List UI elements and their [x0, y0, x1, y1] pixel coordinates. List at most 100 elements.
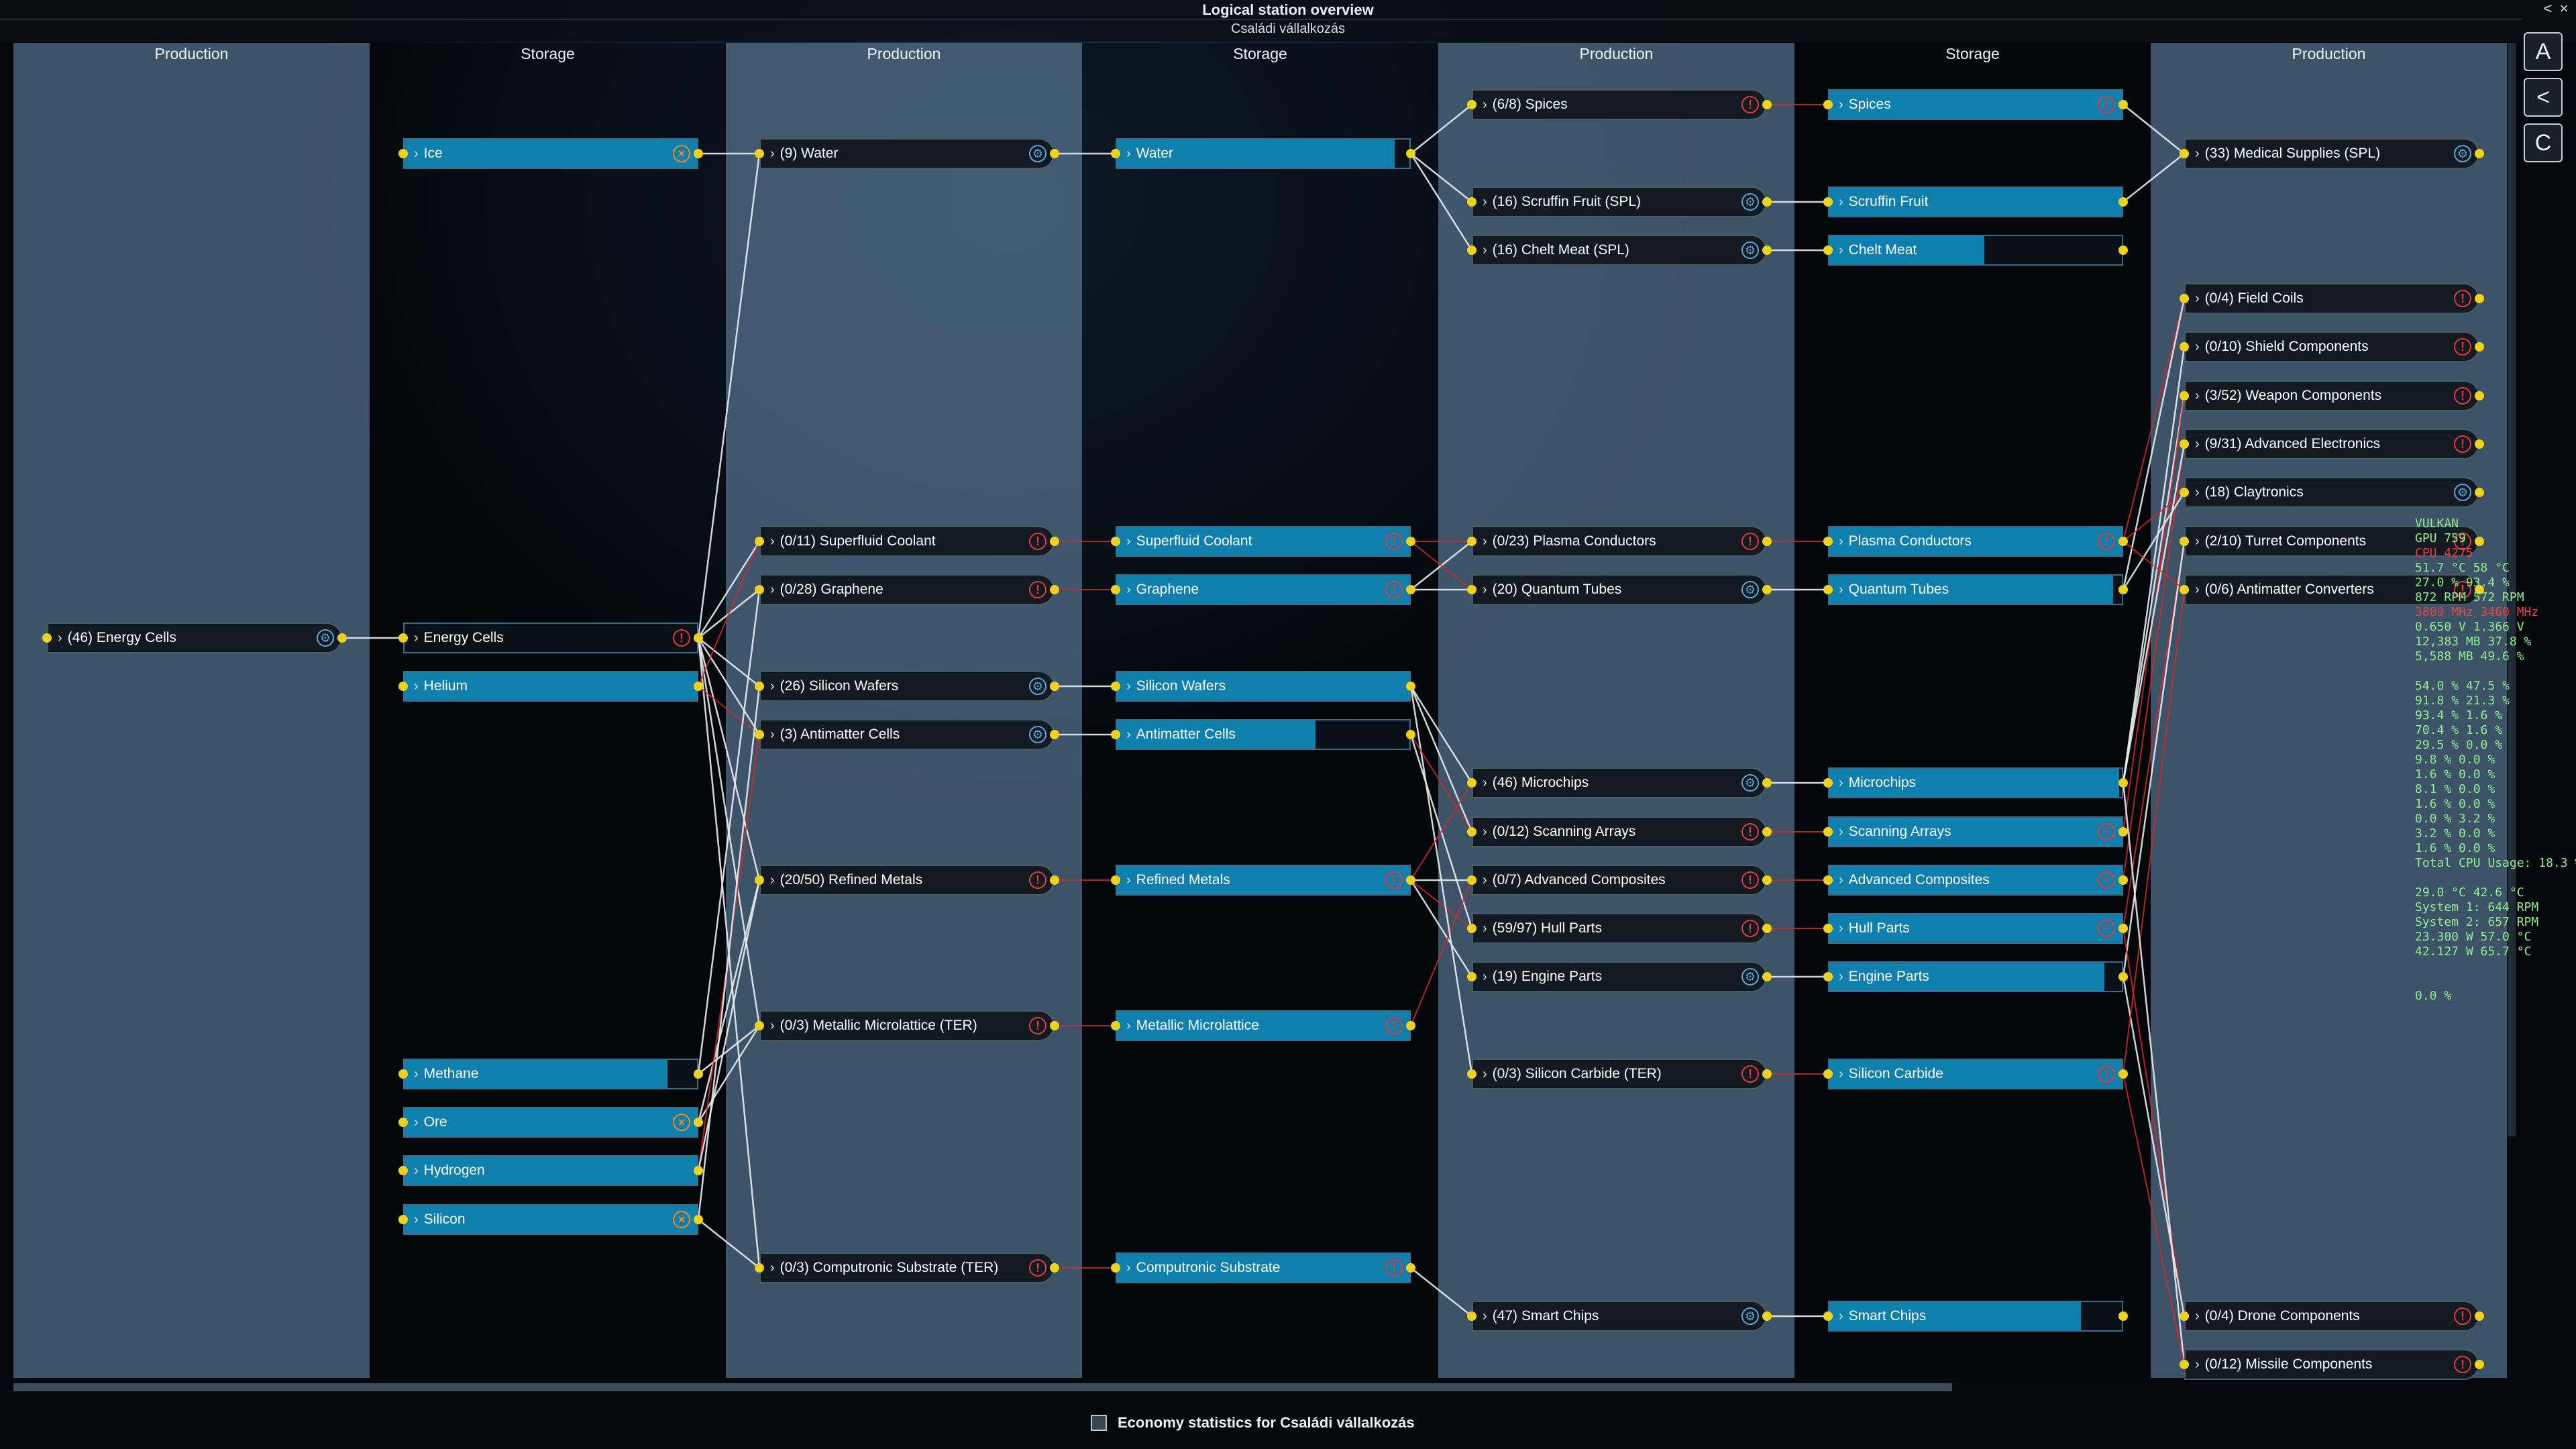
production-node[interactable]: › (0/10) Shield Components! — [2184, 331, 2479, 362]
expand-chevron-icon[interactable]: › — [1839, 824, 1843, 840]
storage-node[interactable]: › Plasma Conductors! — [1828, 526, 2123, 557]
expand-chevron-icon[interactable]: › — [770, 1260, 775, 1276]
expand-chevron-icon[interactable]: › — [1483, 873, 1487, 888]
horizontal-scrollbar[interactable] — [13, 1383, 1952, 1391]
share-button[interactable]: < — [2524, 78, 2563, 117]
expand-chevron-icon[interactable]: › — [414, 631, 419, 646]
expand-chevron-icon[interactable]: › — [1483, 824, 1487, 840]
expand-chevron-icon[interactable]: › — [770, 146, 775, 162]
production-node[interactable]: › (6/8) Spices! — [1472, 89, 1767, 120]
expand-chevron-icon[interactable]: › — [2195, 388, 2200, 404]
expand-chevron-icon[interactable]: › — [1839, 921, 1843, 936]
production-node[interactable]: › (47) Smart Chips ⚙ — [1472, 1301, 1767, 1332]
storage-node[interactable]: › Water — [1116, 138, 1411, 169]
expand-chevron-icon[interactable]: › — [770, 679, 775, 694]
expand-chevron-icon[interactable]: › — [2195, 1357, 2200, 1373]
storage-node[interactable]: › Energy Cells! — [403, 623, 698, 653]
expand-chevron-icon[interactable]: › — [770, 727, 775, 743]
expand-chevron-icon[interactable]: › — [414, 679, 419, 694]
storage-node[interactable]: › Scruffin Fruit — [1828, 186, 2123, 217]
expand-chevron-icon[interactable]: › — [1483, 97, 1487, 113]
expand-chevron-icon[interactable]: › — [2195, 582, 2200, 598]
storage-node[interactable]: › Microchips — [1828, 767, 2123, 798]
expand-chevron-icon[interactable]: › — [770, 1018, 775, 1034]
expand-chevron-icon[interactable]: › — [1839, 243, 1843, 258]
production-node[interactable]: › (0/11) Superfluid Coolant! — [759, 526, 1055, 557]
production-node[interactable]: › (16) Scruffin Fruit (SPL) ⚙ — [1472, 186, 1767, 217]
storage-node[interactable]: › Antimatter Cells — [1116, 719, 1411, 750]
expand-chevron-icon[interactable]: › — [1839, 534, 1843, 549]
credits-button[interactable]: C — [2524, 123, 2563, 162]
expand-chevron-icon[interactable]: › — [1839, 195, 1843, 210]
production-node[interactable]: › (20/50) Refined Metals! — [759, 865, 1055, 896]
autopilot-button[interactable]: A — [2524, 32, 2563, 71]
storage-node[interactable]: › Silicon × — [403, 1204, 698, 1235]
production-node[interactable]: › (26) Silicon Wafers ⚙ — [759, 671, 1055, 702]
storage-node[interactable]: › Ice × — [403, 138, 698, 169]
economy-checkbox[interactable] — [1091, 1415, 1107, 1431]
production-node[interactable]: › (33) Medical Supplies (SPL) ⚙ — [2184, 138, 2479, 169]
expand-chevron-icon[interactable]: › — [1483, 534, 1487, 549]
expand-chevron-icon[interactable]: › — [1839, 582, 1843, 598]
expand-chevron-icon[interactable]: › — [1126, 146, 1131, 162]
production-node[interactable]: › (46) Energy Cells ⚙ — [47, 623, 342, 653]
expand-chevron-icon[interactable]: › — [1126, 727, 1131, 743]
storage-node[interactable]: › Refined Metals! — [1116, 865, 1411, 896]
expand-chevron-icon[interactable]: › — [2195, 291, 2200, 307]
storage-node[interactable]: › Silicon Carbide! — [1828, 1059, 2123, 1089]
expand-chevron-icon[interactable]: › — [414, 1115, 419, 1130]
storage-node[interactable]: › Hull Parts! — [1828, 913, 2123, 944]
expand-chevron-icon[interactable]: › — [770, 534, 775, 549]
expand-chevron-icon[interactable]: › — [1839, 1067, 1843, 1082]
storage-node[interactable]: › Hydrogen — [403, 1155, 698, 1186]
expand-chevron-icon[interactable]: › — [770, 582, 775, 598]
production-node[interactable]: › (0/12) Missile Components! — [2184, 1349, 2479, 1380]
storage-node[interactable]: › Graphene! — [1116, 574, 1411, 605]
expand-chevron-icon[interactable]: › — [414, 146, 419, 162]
production-node[interactable]: › (9/31) Advanced Electronics! — [2184, 429, 2479, 460]
expand-chevron-icon[interactable]: › — [1483, 921, 1487, 936]
expand-chevron-icon[interactable]: › — [2195, 1309, 2200, 1324]
expand-chevron-icon[interactable]: › — [1126, 873, 1131, 888]
production-node[interactable]: › (0/7) Advanced Composites! — [1472, 865, 1767, 896]
expand-chevron-icon[interactable]: › — [1483, 969, 1487, 985]
storage-node[interactable]: › Engine Parts — [1828, 961, 2123, 992]
production-node[interactable]: › (18) Claytronics ⚙ — [2184, 477, 2479, 508]
expand-chevron-icon[interactable]: › — [414, 1212, 419, 1228]
production-node[interactable]: › (0/3) Metallic Microlattice (TER)! — [759, 1010, 1055, 1041]
expand-chevron-icon[interactable]: › — [1126, 1260, 1131, 1276]
production-node[interactable]: › (16) Chelt Meat (SPL) ⚙ — [1472, 235, 1767, 266]
storage-node[interactable]: › Ore × — [403, 1107, 698, 1138]
expand-chevron-icon[interactable]: › — [1483, 243, 1487, 258]
production-node[interactable]: › (0/23) Plasma Conductors! — [1472, 526, 1767, 557]
expand-chevron-icon[interactable]: › — [1126, 534, 1131, 549]
expand-chevron-icon[interactable]: › — [1483, 1067, 1487, 1082]
expand-chevron-icon[interactable]: › — [414, 1067, 419, 1082]
production-node[interactable]: › (0/3) Computronic Substrate (TER)! — [759, 1252, 1055, 1283]
expand-chevron-icon[interactable]: › — [1483, 775, 1487, 791]
production-node[interactable]: › (9) Water ⚙ — [759, 138, 1055, 169]
expand-chevron-icon[interactable]: › — [2195, 146, 2200, 162]
production-node[interactable]: › (3) Antimatter Cells ⚙ — [759, 719, 1055, 750]
expand-chevron-icon[interactable]: › — [1483, 195, 1487, 210]
storage-node[interactable]: › Computronic Substrate! — [1116, 1252, 1411, 1283]
expand-chevron-icon[interactable]: › — [770, 873, 775, 888]
expand-chevron-icon[interactable]: › — [1839, 969, 1843, 985]
expand-chevron-icon[interactable]: › — [1483, 582, 1487, 598]
expand-chevron-icon[interactable]: › — [2195, 437, 2200, 452]
expand-chevron-icon[interactable]: › — [2195, 339, 2200, 355]
expand-chevron-icon[interactable]: › — [1126, 582, 1131, 598]
storage-node[interactable]: › Quantum Tubes — [1828, 574, 2123, 605]
storage-node[interactable]: › Helium — [403, 671, 698, 702]
production-node[interactable]: › (19) Engine Parts ⚙ — [1472, 961, 1767, 992]
production-node[interactable]: › (46) Microchips ⚙ — [1472, 767, 1767, 798]
expand-chevron-icon[interactable]: › — [2195, 534, 2200, 549]
expand-chevron-icon[interactable]: › — [58, 631, 62, 646]
storage-node[interactable]: › Spices! — [1828, 89, 2123, 120]
expand-chevron-icon[interactable]: › — [414, 1163, 419, 1179]
storage-node[interactable]: › Scanning Arrays! — [1828, 816, 2123, 847]
production-node[interactable]: › (0/4) Drone Components! — [2184, 1301, 2479, 1332]
storage-node[interactable]: › Chelt Meat — [1828, 235, 2123, 266]
storage-node[interactable]: › Metallic Microlattice! — [1116, 1010, 1411, 1041]
storage-node[interactable]: › Smart Chips — [1828, 1301, 2123, 1332]
